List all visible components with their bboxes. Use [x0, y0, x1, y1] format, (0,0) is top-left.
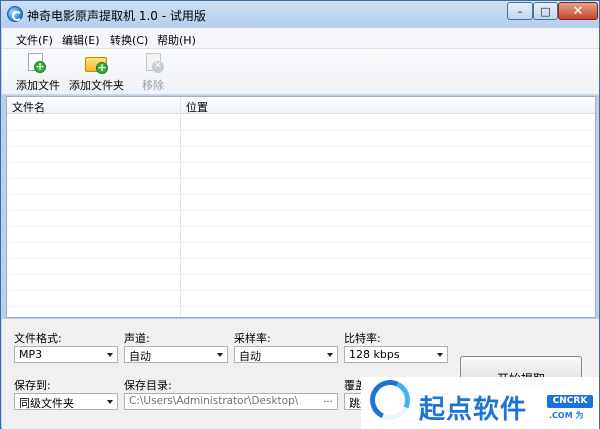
- watermark-badge: CNCRK: [547, 395, 593, 408]
- watermark-logo-icon: [364, 374, 416, 426]
- x-icon: ✕: [152, 61, 164, 73]
- plus-icon: +: [34, 60, 46, 73]
- format-label: 文件格式:: [14, 332, 62, 345]
- window-title: 神奇电影原声提取机 1.0 - 试用版: [27, 9, 206, 23]
- menu-file[interactable]: 文件(F): [16, 32, 53, 48]
- remove-icon: ✕: [146, 53, 164, 73]
- bitrate-select[interactable]: 128 kbps: [344, 346, 448, 363]
- watermark: 起点软件 CNCRK .COM 为: [361, 374, 599, 429]
- save-dir-label: 保存目录:: [124, 379, 172, 392]
- watermark-sub: .COM 为: [549, 411, 584, 420]
- sample-rate-value: 自动: [239, 350, 261, 363]
- row-divider: [7, 242, 595, 243]
- close-button[interactable]: ✕: [558, 2, 598, 20]
- plus-icon: +: [96, 61, 108, 74]
- menu-bar: 文件(F) 编辑(E) 转换(C) 帮助(H): [2, 28, 599, 49]
- format-value: MP3: [19, 348, 43, 361]
- file-list[interactable]: 文件名 位置: [6, 96, 596, 318]
- save-to-value: 同级文件夹: [19, 397, 74, 410]
- save-dir-value: C:\Users\Administrator\Desktop\: [129, 395, 299, 407]
- row-divider: [7, 162, 595, 163]
- remove-button[interactable]: ✕ 移除: [138, 51, 168, 93]
- sample-rate-label: 采样率:: [234, 332, 271, 345]
- sample-rate-select[interactable]: 自动: [234, 346, 338, 363]
- title-bar[interactable]: 神奇电影原声提取机 1.0 - 试用版 – □ ✕: [1, 1, 599, 27]
- add-folder-button[interactable]: + 添加文件夹: [68, 51, 126, 93]
- save-dir-field[interactable]: C:\Users\Administrator\Desktop\ ...: [124, 393, 338, 410]
- row-divider: [7, 274, 595, 275]
- row-divider: [7, 130, 595, 131]
- chevron-down-icon: [437, 353, 443, 357]
- row-divider: [7, 210, 595, 211]
- add-file-icon: +: [28, 53, 46, 73]
- bitrate-value: 128 kbps: [349, 348, 400, 361]
- chevron-down-icon: [217, 353, 223, 357]
- channel-label: 声道:: [124, 332, 150, 345]
- app-window: 神奇电影原声提取机 1.0 - 试用版 – □ ✕ 文件(F) 编辑(E) 转换…: [0, 0, 600, 429]
- app-logo-icon: [7, 6, 23, 22]
- row-divider: [7, 194, 595, 195]
- row-divider: [7, 306, 595, 307]
- remove-label: 移除: [142, 79, 164, 92]
- save-to-label: 保存到:: [14, 379, 51, 392]
- maximize-button[interactable]: □: [533, 2, 558, 20]
- chevron-down-icon: [327, 353, 333, 357]
- add-file-button[interactable]: + 添加文件: [14, 51, 62, 93]
- bitrate-label: 比特率:: [344, 332, 381, 345]
- channel-value: 自动: [129, 350, 151, 363]
- chevron-down-icon: [107, 400, 113, 404]
- channel-select[interactable]: 自动: [124, 346, 228, 363]
- minimize-button[interactable]: –: [507, 2, 533, 20]
- browse-button[interactable]: ...: [320, 395, 336, 408]
- chevron-down-icon: [107, 353, 113, 357]
- row-divider: [7, 258, 595, 259]
- row-divider: [7, 290, 595, 291]
- save-to-select[interactable]: 同级文件夹: [14, 393, 118, 410]
- add-folder-icon: +: [85, 57, 108, 74]
- menu-help[interactable]: 帮助(H): [157, 32, 196, 48]
- column-header-location[interactable]: 位置: [181, 97, 595, 114]
- toolbar: + 添加文件 + 添加文件夹 ✕ 移除: [2, 49, 599, 95]
- watermark-text: 起点软件: [419, 395, 528, 425]
- format-select[interactable]: MP3: [14, 346, 118, 363]
- column-header-filename[interactable]: 文件名: [7, 97, 181, 114]
- row-divider: [7, 226, 595, 227]
- row-divider: [7, 146, 595, 147]
- menu-edit[interactable]: 编辑(E): [62, 32, 100, 48]
- row-divider: [7, 178, 595, 179]
- menu-convert[interactable]: 转换(C): [110, 32, 148, 48]
- add-folder-label: 添加文件夹: [69, 79, 124, 92]
- add-file-label: 添加文件: [16, 79, 60, 92]
